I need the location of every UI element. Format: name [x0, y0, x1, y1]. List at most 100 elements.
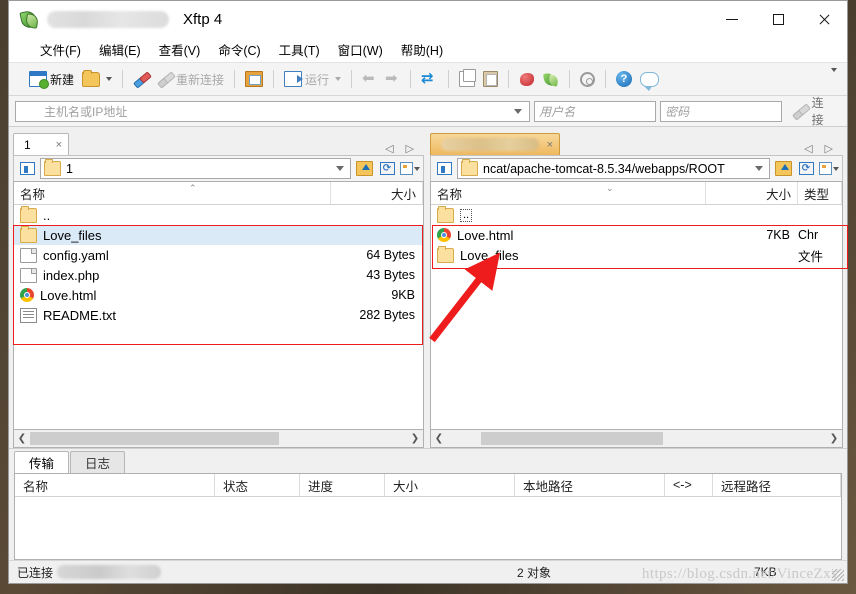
file-name: Love.html: [40, 287, 97, 303]
menu-help[interactable]: 帮助(H): [392, 37, 452, 62]
sync-browse-button[interactable]: ⇄: [417, 67, 442, 91]
menu-view[interactable]: 查看(V): [150, 37, 210, 62]
open-xftp-button[interactable]: [539, 67, 563, 91]
remote-path-input[interactable]: ncat/apache-tomcat-8.5.34/webapps/ROOT: [457, 158, 770, 179]
local-path-input[interactable]: 1: [40, 158, 351, 179]
tab-log[interactable]: 日志: [70, 451, 126, 473]
remote-col-size[interactable]: 大小: [706, 182, 798, 204]
transfer-col-progress[interactable]: 进度: [300, 474, 385, 496]
table-row[interactable]: Love_files 文件: [431, 245, 842, 265]
remote-col-type[interactable]: 类型: [798, 182, 842, 204]
new-session-button[interactable]: 新建: [25, 67, 78, 91]
local-up-button[interactable]: [354, 159, 374, 179]
help-button[interactable]: ?: [612, 67, 636, 91]
remote-up-button[interactable]: [773, 159, 793, 179]
blurred-session-name: [47, 10, 169, 28]
connect-button[interactable]: [129, 67, 153, 91]
table-row[interactable]: ..: [431, 205, 842, 225]
maximize-button[interactable]: [755, 1, 801, 37]
tab-transfer[interactable]: 传输: [14, 451, 70, 473]
table-row[interactable]: ..: [14, 205, 423, 225]
transfer-col-local-path[interactable]: 本地路径: [515, 474, 665, 496]
transfer-column-headers: 名称 状态 进度 大小 本地路径 <-> 远程路径: [15, 474, 841, 497]
file-size: 282 Bytes: [359, 308, 415, 322]
local-toggle-tree-button[interactable]: [17, 159, 37, 179]
transfer-col-remote-path[interactable]: 远程路径: [713, 474, 841, 496]
chevron-down-icon[interactable]: [755, 166, 763, 171]
minimize-button[interactable]: [709, 1, 755, 37]
close-icon[interactable]: ×: [56, 139, 62, 151]
local-col-name[interactable]: 名称: [14, 182, 331, 204]
options-button[interactable]: [576, 67, 599, 91]
session-manager-button[interactable]: [241, 67, 267, 91]
table-row[interactable]: config.yaml 64 Bytes: [14, 245, 423, 265]
table-row[interactable]: Love.html 7KB Chr: [431, 225, 842, 245]
remote-toggle-tree-button[interactable]: [434, 159, 454, 179]
toolbar-overflow-button[interactable]: [828, 68, 837, 86]
reconnect-button[interactable]: 重新连接: [153, 67, 228, 91]
local-file-list[interactable]: 名称 大小 ⌃ .. Love_files config.yaml 64 Byt…: [13, 181, 424, 430]
transfer-col-size[interactable]: 大小: [385, 474, 515, 496]
local-view-options-button[interactable]: [400, 159, 420, 179]
panes-icon: [19, 162, 35, 175]
forward-button[interactable]: ➡: [381, 67, 404, 91]
file-name: index.php: [43, 267, 100, 283]
scroll-thumb[interactable]: [30, 432, 279, 445]
menu-bar: 文件(F) 编辑(E) 查看(V) 命令(C) 工具(T) 窗口(W) 帮助(H…: [9, 37, 847, 62]
tab-prev-icon[interactable]: ◁: [804, 142, 812, 155]
tab-next-icon[interactable]: ▷: [825, 142, 833, 155]
username-input[interactable]: 用户名: [534, 100, 657, 122]
remote-file-list[interactable]: 名称 大小 类型 ⌄ .. Love.html 7KB Chr Love_fil…: [430, 181, 843, 430]
remote-refresh-button[interactable]: ⟳: [796, 159, 816, 179]
open-xshell-button[interactable]: [515, 67, 539, 91]
menu-edit[interactable]: 编辑(E): [90, 37, 150, 62]
local-horizontal-scrollbar[interactable]: ❮ ❯: [13, 430, 424, 448]
remote-horizontal-scrollbar[interactable]: ❮ ❯: [430, 430, 843, 448]
transfer-col-direction[interactable]: <->: [665, 474, 713, 496]
remote-view-options-button[interactable]: [819, 159, 839, 179]
connection-bar: 主机名或IP地址 用户名 密码 连接: [9, 96, 847, 127]
chevron-down-icon[interactable]: [514, 108, 523, 114]
close-button[interactable]: [801, 1, 847, 37]
table-row[interactable]: index.php 43 Bytes: [14, 265, 423, 285]
arrow-left-icon: ⬅: [362, 70, 375, 87]
password-input[interactable]: 密码: [660, 100, 783, 122]
tab-next-icon[interactable]: ▷: [406, 142, 414, 155]
menu-window[interactable]: 窗口(W): [329, 37, 392, 62]
folder-up-icon: [355, 161, 373, 176]
scroll-track[interactable]: [447, 432, 826, 445]
copy-button[interactable]: [455, 67, 479, 91]
tab-prev-icon[interactable]: ◁: [385, 142, 393, 155]
folder-icon: [461, 159, 478, 176]
transfer-col-name[interactable]: 名称: [15, 474, 215, 496]
menu-file[interactable]: 文件(F): [31, 37, 90, 62]
table-row[interactable]: Love_files: [14, 225, 423, 245]
scroll-thumb[interactable]: [481, 432, 664, 445]
local-refresh-button[interactable]: ⟳: [377, 159, 397, 179]
table-row[interactable]: README.txt 282 Bytes: [14, 305, 423, 325]
scroll-track[interactable]: [30, 432, 407, 445]
host-input[interactable]: 主机名或IP地址: [15, 100, 531, 122]
menu-tools[interactable]: 工具(T): [270, 37, 329, 62]
open-folder-button[interactable]: [78, 67, 116, 91]
local-tab-1[interactable]: 1 ×: [13, 133, 69, 155]
scroll-right-icon[interactable]: ❯: [826, 433, 842, 444]
scroll-left-icon[interactable]: ❮: [431, 433, 447, 444]
scroll-right-icon[interactable]: ❯: [407, 433, 423, 444]
local-col-size[interactable]: 大小: [331, 182, 423, 204]
back-button[interactable]: ⬅: [358, 67, 381, 91]
scroll-left-icon[interactable]: ❮: [14, 433, 30, 444]
feedback-button[interactable]: [636, 67, 663, 91]
run-button[interactable]: 运行: [280, 67, 345, 91]
table-row[interactable]: Love.html 9KB: [14, 285, 423, 305]
chevron-down-icon[interactable]: [336, 166, 344, 171]
menu-command[interactable]: 命令(C): [209, 37, 269, 62]
close-icon[interactable]: ×: [547, 139, 553, 151]
host-placeholder-text: 主机名或IP地址: [44, 104, 128, 119]
connect-action-button[interactable]: 连接: [786, 92, 841, 130]
remote-tab-1[interactable]: ×: [430, 133, 560, 155]
remote-col-name[interactable]: 名称: [431, 182, 706, 204]
paste-button[interactable]: [479, 67, 502, 91]
transfer-grid[interactable]: 名称 状态 进度 大小 本地路径 <-> 远程路径: [14, 473, 842, 560]
transfer-col-status[interactable]: 状态: [215, 474, 300, 496]
